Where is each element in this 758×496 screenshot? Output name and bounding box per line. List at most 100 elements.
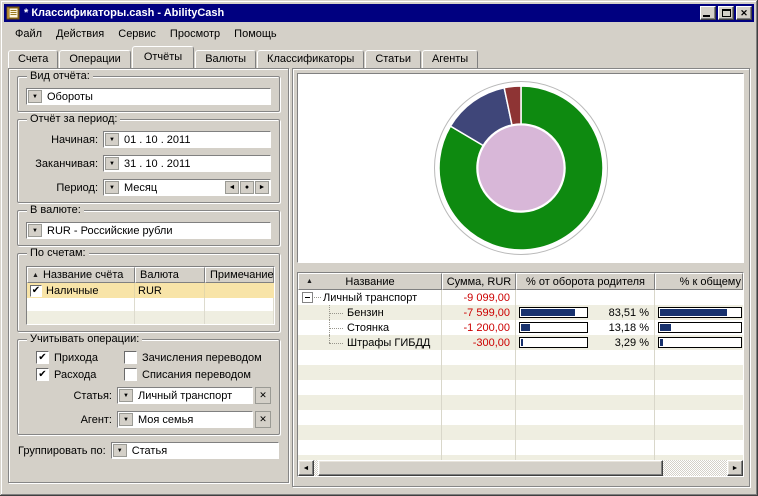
- empty-row: [298, 380, 743, 395]
- scrollbar-thumb[interactable]: [318, 460, 663, 476]
- menu-actions[interactable]: Действия: [49, 26, 111, 42]
- empty-row: [298, 395, 743, 410]
- chevron-down-icon[interactable]: ▼: [113, 444, 127, 457]
- period-step-field[interactable]: ▼ Месяц ◄ ● ►: [103, 179, 271, 196]
- scrollbar-track[interactable]: [314, 460, 727, 476]
- accounts-column-name[interactable]: ▲ Название счёта: [27, 267, 135, 283]
- income-checkbox[interactable]: ✔: [36, 351, 49, 364]
- window-controls: ✕: [700, 6, 752, 20]
- column-name[interactable]: ▲ Название: [298, 273, 442, 290]
- report-type-combobox[interactable]: ▼ Обороты: [26, 88, 271, 105]
- chevron-down-icon[interactable]: ▼: [119, 413, 133, 426]
- report-type-group-label: Вид отчёта:: [27, 71, 93, 82]
- title-bar[interactable]: * Классификаторы.cash - AbilityCash ✕: [4, 4, 754, 22]
- menu-file[interactable]: Файл: [8, 26, 49, 42]
- end-date-field[interactable]: ▼ 31 . 10 . 2011: [103, 155, 271, 172]
- clear-agent-button[interactable]: ✕: [255, 411, 271, 428]
- report-type-group: Вид отчёта: ▼ Обороты: [17, 76, 280, 112]
- column-percent-of-total[interactable]: % к общему: [655, 273, 743, 290]
- step-forward-button[interactable]: ►: [255, 181, 269, 194]
- step-current-button[interactable]: ●: [240, 181, 254, 194]
- account-name: Наличные: [46, 285, 98, 297]
- start-date-field[interactable]: ▼ 01 . 10 . 2011: [103, 131, 271, 148]
- period-step-label: Период:: [26, 182, 98, 194]
- table-row[interactable]: Стоянка -1 200,00 13,18 %: [298, 320, 743, 335]
- menu-help[interactable]: Помощь: [227, 26, 284, 42]
- agent-combobox[interactable]: ▼ Моя семья: [117, 411, 253, 428]
- tab-operations[interactable]: Операции: [59, 50, 130, 68]
- chevron-down-icon[interactable]: ▼: [105, 133, 119, 146]
- clear-article-button[interactable]: ✕: [255, 387, 271, 404]
- maximize-button[interactable]: [718, 6, 734, 20]
- minimize-button[interactable]: [700, 6, 716, 20]
- app-icon: [6, 6, 20, 20]
- row-name: Бензин: [347, 307, 384, 319]
- group-by-value: Статья: [132, 445, 167, 457]
- tab-accounts[interactable]: Счета: [8, 50, 58, 68]
- tab-reports[interactable]: Отчёты: [132, 46, 194, 68]
- group-by-combobox[interactable]: ▼ Статья: [111, 442, 279, 459]
- article-combobox[interactable]: ▼ Личный транспорт: [117, 387, 253, 404]
- close-icon: ✕: [740, 9, 748, 18]
- period-stepper: ◄ ● ►: [225, 181, 269, 194]
- period-group-label: Отчёт за период:: [27, 114, 120, 125]
- tab-classifiers[interactable]: Классификаторы: [257, 50, 364, 68]
- percent-total-bar: [658, 322, 742, 333]
- menu-view[interactable]: Просмотр: [163, 26, 227, 42]
- account-checkbox[interactable]: ✔: [30, 285, 42, 297]
- percent-label: 13,18 %: [609, 322, 649, 334]
- column-sum[interactable]: Сумма, RUR: [442, 273, 516, 290]
- report-type-value: Обороты: [47, 91, 93, 103]
- empty-row: [298, 410, 743, 425]
- sort-ascending-icon: ▲: [306, 278, 313, 285]
- app-window: * Классификаторы.cash - AbilityCash ✕ Фа…: [0, 0, 758, 496]
- table-row[interactable]: Штрафы ГИБДД -300,00 3,29 %: [298, 335, 743, 350]
- chevron-down-icon[interactable]: ▼: [28, 224, 42, 237]
- chevron-down-icon[interactable]: ▼: [105, 157, 119, 170]
- table-row[interactable]: Личный транспорт -9 099,00: [298, 290, 743, 305]
- report-table-header: ▲ Название Сумма, RUR % от оборота родит…: [298, 273, 743, 290]
- currency-group-label: В валюте:: [27, 205, 84, 216]
- accounts-empty-row: [27, 311, 274, 324]
- expense-checkbox[interactable]: ✔: [36, 368, 49, 381]
- scroll-right-button[interactable]: ►: [727, 460, 743, 476]
- row-name: Стоянка: [347, 322, 389, 334]
- report-settings-panel: Вид отчёта: ▼ Обороты Отчёт за период: Н…: [8, 68, 289, 483]
- percent-label: 83,51 %: [609, 307, 649, 319]
- horizontal-scrollbar[interactable]: ◄ ►: [298, 460, 743, 476]
- group-by-label: Группировать по:: [18, 445, 106, 457]
- transfer-out-label: Списания переводом: [142, 369, 251, 381]
- table-row[interactable]: Бензин -7 599,00 83,51 %: [298, 305, 743, 320]
- empty-row: [298, 350, 743, 365]
- accounts-column-currency[interactable]: Валюта: [135, 267, 205, 283]
- window-title: * Классификаторы.cash - AbilityCash: [24, 7, 700, 19]
- chevron-down-icon[interactable]: ▼: [28, 90, 42, 103]
- step-back-button[interactable]: ◄: [225, 181, 239, 194]
- chevron-down-icon[interactable]: ▼: [105, 181, 119, 194]
- transfer-in-checkbox[interactable]: [124, 351, 137, 364]
- tab-agents[interactable]: Агенты: [422, 50, 478, 68]
- transfer-out-checkbox[interactable]: [124, 368, 137, 381]
- tab-currencies[interactable]: Валюты: [195, 50, 256, 68]
- tab-articles[interactable]: Статьи: [365, 50, 421, 68]
- percent-bar: [519, 322, 588, 333]
- account-row[interactable]: ✔ Наличные RUR: [27, 283, 274, 298]
- agent-label: Агент:: [45, 414, 112, 426]
- accounts-empty-row: [27, 298, 274, 311]
- menu-service[interactable]: Сервис: [111, 26, 163, 42]
- currency-combobox[interactable]: ▼ RUR - Российские рубли: [26, 222, 271, 239]
- row-sum: -1 200,00: [442, 320, 516, 335]
- percent-total-bar: [658, 337, 742, 348]
- minimize-icon: [703, 15, 710, 17]
- chevron-down-icon[interactable]: ▼: [119, 389, 133, 402]
- scroll-left-button[interactable]: ◄: [298, 460, 314, 476]
- operations-group-label: Учитывать операции:: [27, 334, 142, 345]
- percent-bar: [519, 307, 588, 318]
- tree-collapse-icon[interactable]: [302, 292, 313, 303]
- currency-group: В валюте: ▼ RUR - Российские рубли: [17, 210, 280, 246]
- accounts-column-note[interactable]: Примечание: [205, 267, 274, 283]
- column-percent-of-parent[interactable]: % от оборота родителя: [516, 273, 655, 290]
- close-button[interactable]: ✕: [736, 6, 752, 20]
- start-date-label: Начиная:: [26, 134, 98, 146]
- accounts-group: По счетам: ▲ Название счёта Валюта Приме…: [17, 253, 280, 332]
